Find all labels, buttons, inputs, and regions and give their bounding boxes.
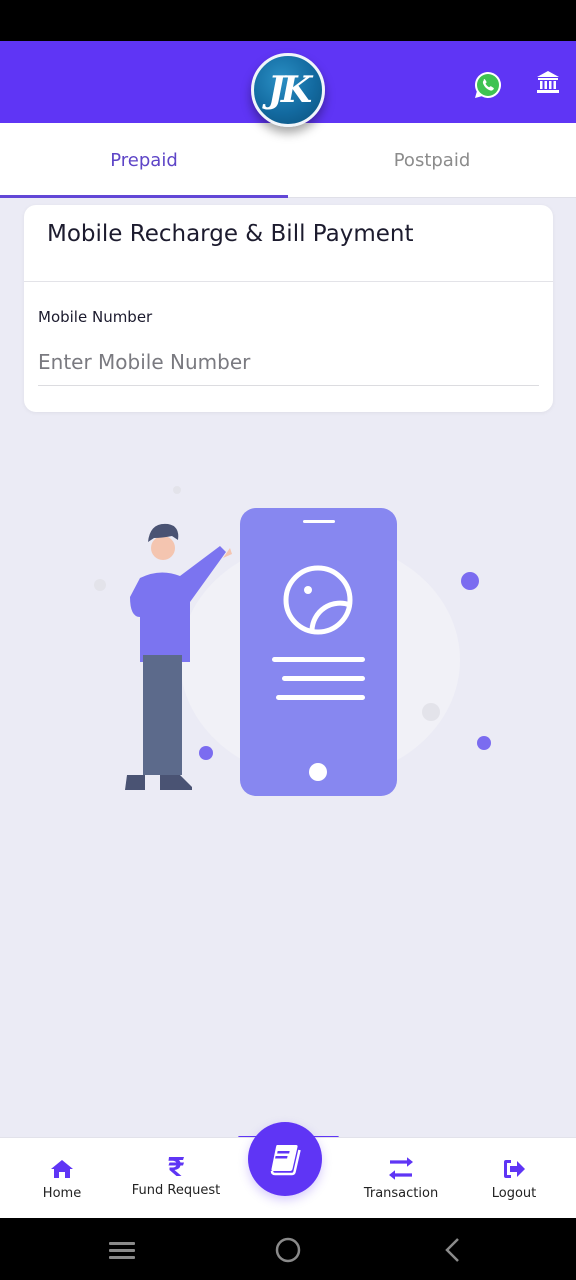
whatsapp-icon[interactable] [472, 69, 504, 101]
logout-icon [504, 1160, 525, 1178]
nav-home[interactable]: Home [22, 1138, 102, 1219]
card-divider [24, 281, 553, 282]
mobile-number-input[interactable] [38, 338, 539, 386]
logo-text: JK [267, 69, 312, 111]
rupee-icon [168, 1157, 184, 1176]
system-nav-bar [0, 1218, 576, 1280]
transfer-arrows-icon [389, 1157, 413, 1180]
app-logo: JK [251, 53, 325, 127]
tab-postpaid[interactable]: Postpaid [288, 123, 576, 197]
recharge-tabs: Prepaid Postpaid [0, 123, 576, 198]
nav-logout-label: Logout [491, 1186, 537, 1201]
nav-fund-request-label: Fund Request [131, 1183, 221, 1198]
nav-transaction[interactable]: Transaction [350, 1138, 452, 1219]
home-icon [51, 1160, 73, 1178]
back-icon[interactable] [438, 1236, 468, 1264]
nav-logout[interactable]: Logout [474, 1138, 554, 1219]
recharge-card: Mobile Recharge & Bill Payment Mobile Nu… [24, 205, 553, 412]
tab-prepaid[interactable]: Prepaid [0, 123, 288, 197]
app-header: JK [0, 41, 576, 127]
nav-home-label: Home [42, 1186, 82, 1201]
home-circle-icon[interactable] [273, 1236, 303, 1264]
center-action-button[interactable] [248, 1122, 322, 1196]
status-bar [0, 0, 576, 41]
card-title: Mobile Recharge & Bill Payment [47, 221, 414, 247]
nav-transaction-label: Transaction [363, 1186, 439, 1201]
bank-icon[interactable] [535, 69, 561, 95]
recharge-illustration [94, 486, 491, 796]
book-icon [270, 1145, 301, 1176]
mobile-number-label: Mobile Number [38, 308, 153, 326]
active-tab-indicator [0, 195, 288, 198]
nav-fund-request[interactable]: Fund Request [120, 1135, 232, 1216]
recents-icon[interactable] [107, 1236, 137, 1264]
